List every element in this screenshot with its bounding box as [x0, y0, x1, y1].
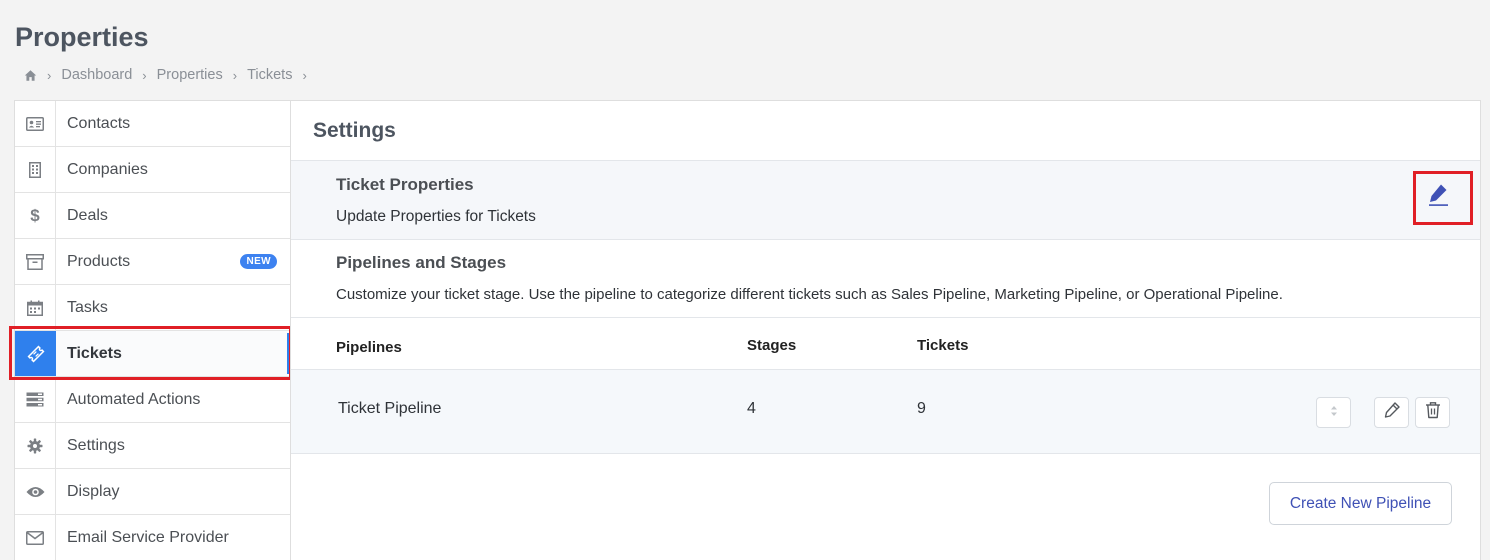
- column-header-stages: Stages: [747, 337, 797, 354]
- home-icon[interactable]: [24, 69, 37, 82]
- pipeline-tickets: 9: [917, 400, 926, 417]
- pipeline-stages: 4: [747, 400, 756, 417]
- sidebar-item-settings[interactable]: Settings: [15, 423, 290, 469]
- sidebar-item-email-service-provider[interactable]: Email Service Provider: [15, 515, 290, 560]
- sidebar: Contacts Companies $ Deals Products NEW …: [14, 100, 290, 560]
- reorder-button[interactable]: [1316, 397, 1351, 428]
- pipelines-description: Customize your ticket stage. Use the pip…: [336, 286, 1283, 303]
- contact-card-icon: [15, 101, 56, 146]
- create-new-pipeline-button[interactable]: Create New Pipeline: [1269, 482, 1452, 525]
- pipelines-section: Pipelines and Stages Customize your tick…: [291, 240, 1480, 318]
- sidebar-item-label: Email Service Provider: [67, 528, 229, 546]
- new-badge: NEW: [240, 254, 277, 269]
- ticket-properties-title: Ticket Properties: [336, 175, 474, 194]
- page-title: Properties: [15, 22, 149, 52]
- sidebar-item-label: Display: [67, 482, 120, 500]
- sidebar-item-label: Companies: [67, 160, 148, 178]
- ticket-icon: [15, 331, 56, 376]
- sidebar-item-label: Automated Actions: [67, 390, 201, 408]
- edit-pipeline-button[interactable]: [1374, 397, 1409, 428]
- edit-ticket-properties-button[interactable]: [1420, 175, 1456, 219]
- sidebar-item-label: Settings: [67, 436, 125, 454]
- chevron-right-icon: ›: [142, 67, 147, 83]
- trash-icon: [1425, 401, 1441, 424]
- column-header-pipelines: Pipelines: [336, 339, 402, 356]
- server-stack-icon: [15, 377, 56, 422]
- sidebar-item-display[interactable]: Display: [15, 469, 290, 515]
- sidebar-item-label: Tickets: [67, 344, 122, 362]
- sidebar-item-label: Contacts: [67, 114, 131, 132]
- breadcrumb-tickets[interactable]: Tickets: [247, 67, 292, 83]
- chevron-right-icon: ›: [47, 67, 52, 83]
- pipeline-name: Ticket Pipeline: [338, 400, 442, 417]
- settings-title: Settings: [313, 119, 396, 142]
- pipelines-table-header: Pipelines Stages Tickets: [291, 318, 1480, 370]
- sidebar-item-products[interactable]: Products NEW: [15, 239, 290, 285]
- pencil-icon: [1427, 183, 1449, 212]
- pencil-outline-icon: [1383, 401, 1401, 424]
- sidebar-item-tickets[interactable]: Tickets: [15, 331, 290, 377]
- dollar-icon: $: [15, 193, 56, 238]
- eye-icon: [15, 469, 56, 514]
- chevron-right-icon: ›: [232, 67, 238, 83]
- column-header-tickets: Tickets: [917, 337, 969, 354]
- sidebar-item-label: Deals: [67, 206, 108, 224]
- pipelines-title: Pipelines and Stages: [336, 253, 507, 272]
- ticket-properties-description: Update Properties for Tickets: [336, 208, 536, 225]
- gear-icon: [15, 423, 56, 468]
- archive-box-icon: [15, 239, 56, 284]
- ticket-properties-section: Ticket Properties Update Properties for …: [291, 160, 1480, 240]
- sidebar-item-tasks[interactable]: Tasks: [15, 285, 290, 331]
- sort-icon: [1330, 404, 1338, 422]
- sidebar-item-automated-actions[interactable]: Automated Actions: [15, 377, 290, 423]
- table-row: Ticket Pipeline 4 9: [291, 370, 1480, 454]
- breadcrumb-properties[interactable]: Properties: [157, 67, 223, 83]
- delete-pipeline-button[interactable]: [1415, 397, 1450, 428]
- envelope-icon: [15, 515, 56, 560]
- chevron-right-icon: ›: [302, 67, 307, 83]
- breadcrumb: › Dashboard › Properties › Tickets ›: [24, 67, 317, 83]
- building-icon: [15, 147, 56, 192]
- sidebar-item-deals[interactable]: $ Deals: [15, 193, 290, 239]
- breadcrumb-dashboard[interactable]: Dashboard: [61, 67, 132, 83]
- sidebar-item-contacts[interactable]: Contacts: [15, 101, 290, 147]
- sidebar-item-companies[interactable]: Companies: [15, 147, 290, 193]
- sidebar-item-label: Tasks: [67, 298, 108, 316]
- settings-panel: Settings Ticket Properties Update Proper…: [290, 100, 1481, 560]
- calendar-icon: [15, 285, 56, 330]
